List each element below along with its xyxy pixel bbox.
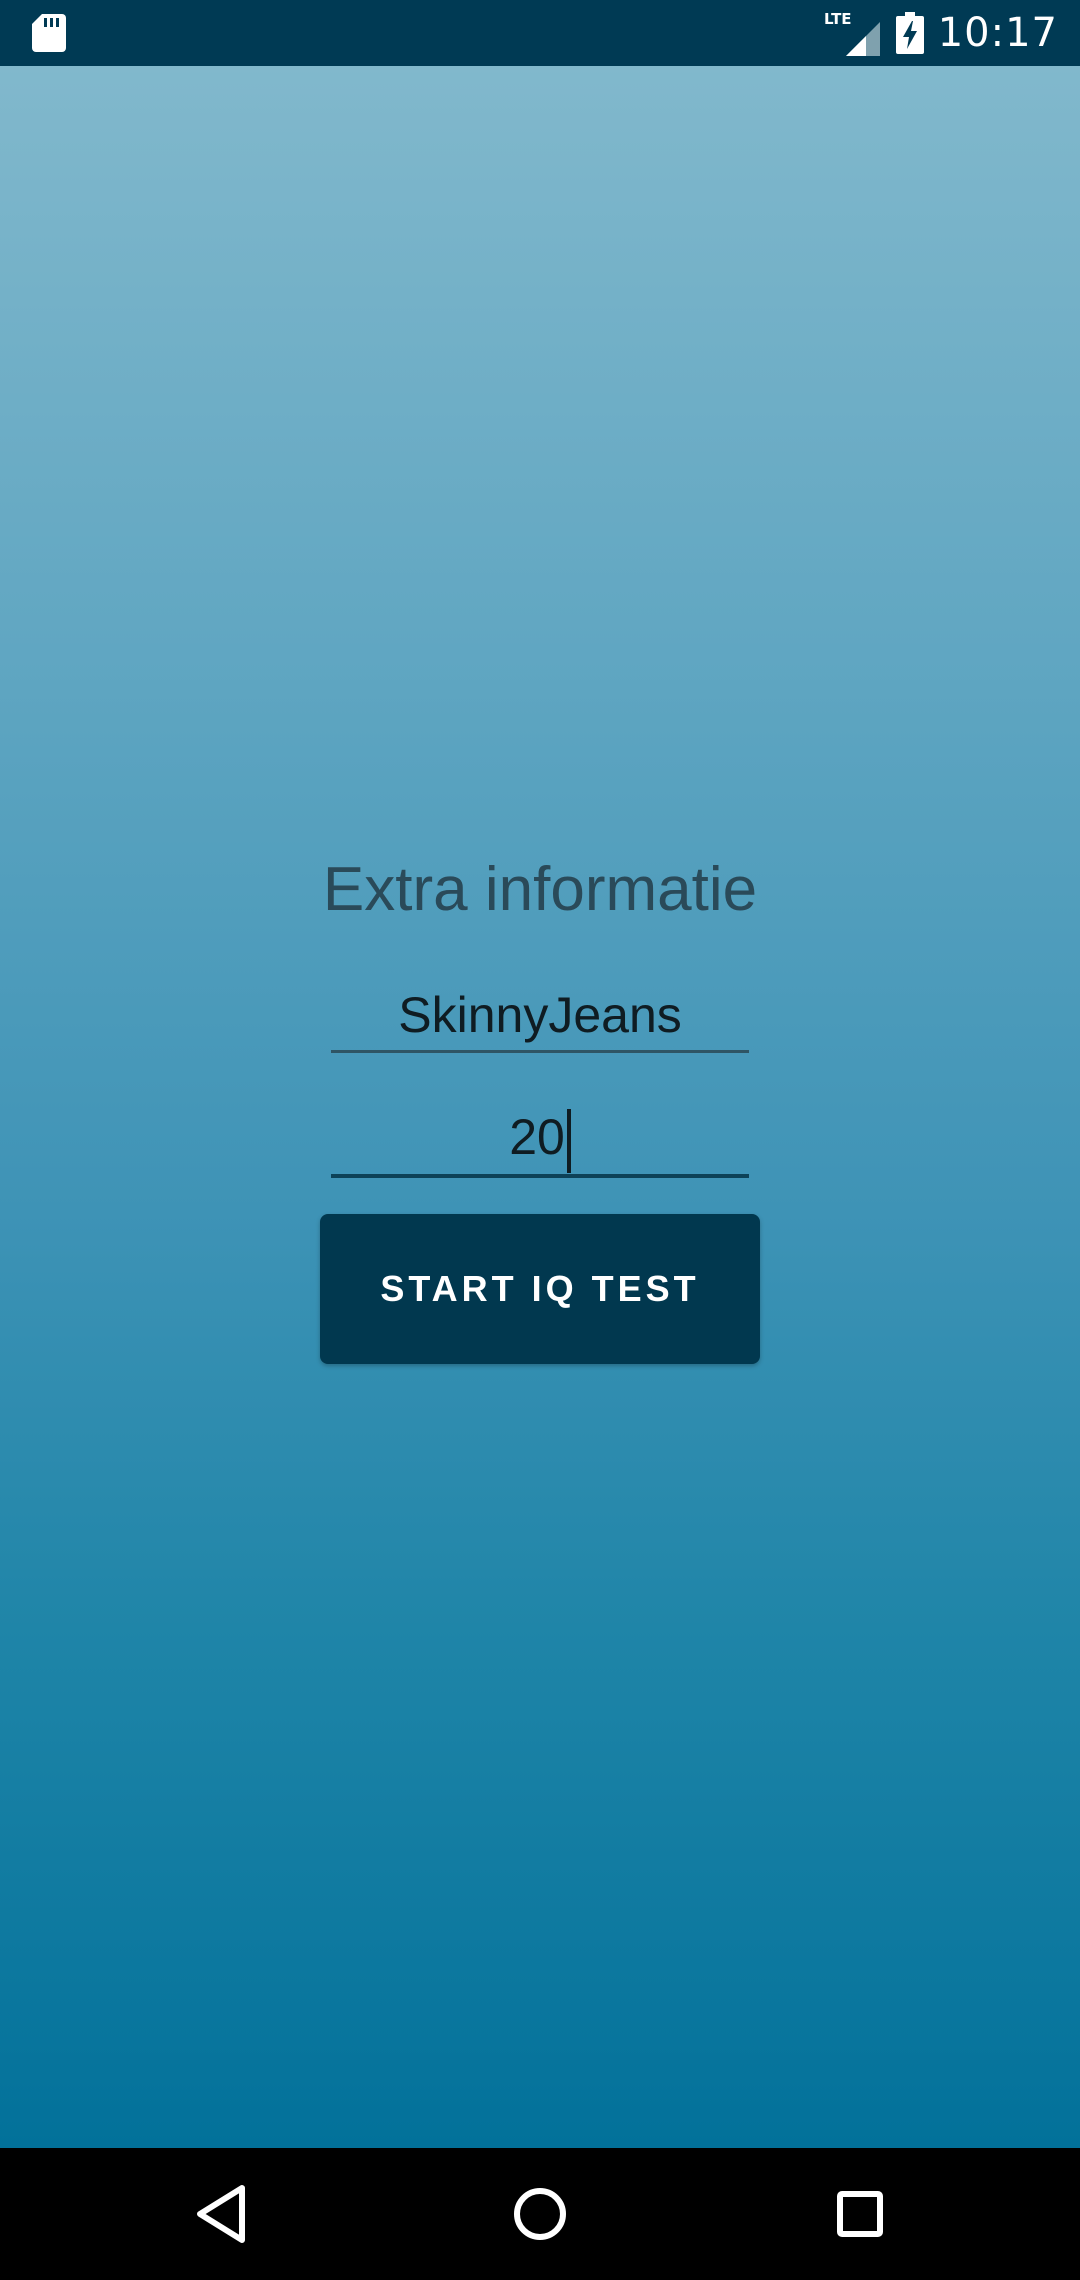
text-cursor [566, 1108, 571, 1173]
app-screen: LTE 10:17 Extra informatie SkinnyJeans 2… [0, 0, 1080, 2280]
sd-card-icon [32, 14, 66, 52]
start-iq-test-button[interactable]: START IQ TEST [320, 1214, 760, 1364]
status-icons: LTE 10:17 [822, 0, 1058, 66]
home-circle-icon[interactable] [498, 2172, 582, 2256]
age-input-value: 20 [509, 1109, 565, 1165]
name-input-value: SkinnyJeans [398, 987, 682, 1043]
name-input[interactable]: SkinnyJeans [331, 980, 749, 1053]
navigation-bar [0, 2148, 1080, 2280]
status-clock: 10:17 [937, 10, 1058, 56]
back-triangle-icon[interactable] [180, 2172, 264, 2256]
page-title: Extra informatie [322, 855, 758, 924]
battery-charging-icon [895, 12, 924, 54]
age-input[interactable]: 20 [331, 1102, 749, 1178]
status-bar: LTE 10:17 [0, 0, 1080, 66]
network-type-label: LTE [824, 10, 852, 28]
lte-signal-icon: LTE [824, 10, 880, 56]
recents-square-icon[interactable] [818, 2172, 902, 2256]
form-container: Extra informatie SkinnyJeans 20 START IQ… [0, 66, 1080, 2148]
